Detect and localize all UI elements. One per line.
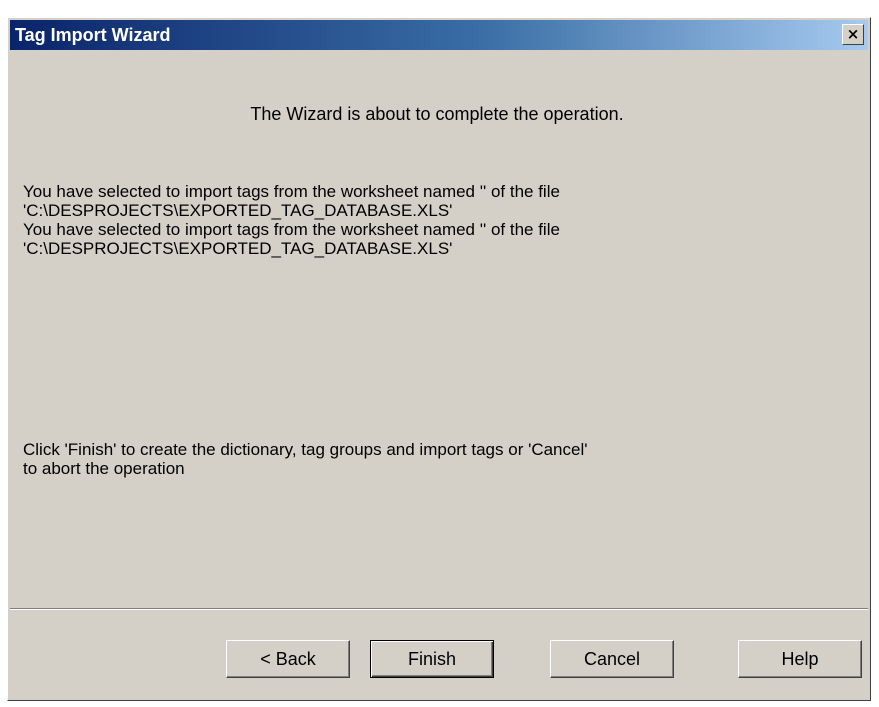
finish-button[interactable]: Finish <box>370 640 494 678</box>
close-icon: × <box>846 25 860 43</box>
selection-line-2: 'C:\DESPROJECTS\EXPORTED_TAG_DATABASE.XL… <box>23 201 453 220</box>
tag-import-wizard-dialog: Tag Import Wizard × The Wizard is about … <box>7 17 871 701</box>
selection-line-4: 'C:\DESPROJECTS\EXPORTED_TAG_DATABASE.XL… <box>23 239 453 258</box>
title-bar: Tag Import Wizard × <box>10 20 868 50</box>
help-button[interactable]: Help <box>738 640 862 678</box>
window-title: Tag Import Wizard <box>15 25 171 45</box>
selection-line-1: You have selected to import tags from th… <box>23 182 560 201</box>
selection-line-3: You have selected to import tags from th… <box>23 220 560 239</box>
completion-headline: The Wizard is about to complete the oper… <box>250 104 624 124</box>
close-button[interactable]: × <box>842 24 864 45</box>
cancel-button[interactable]: Cancel <box>550 640 674 678</box>
instruction-line-1: Click 'Finish' to create the dictionary,… <box>23 440 588 459</box>
back-button[interactable]: < Back <box>226 640 350 678</box>
button-area-separator <box>10 608 868 610</box>
instruction-line-2: to abort the operation <box>23 459 185 478</box>
